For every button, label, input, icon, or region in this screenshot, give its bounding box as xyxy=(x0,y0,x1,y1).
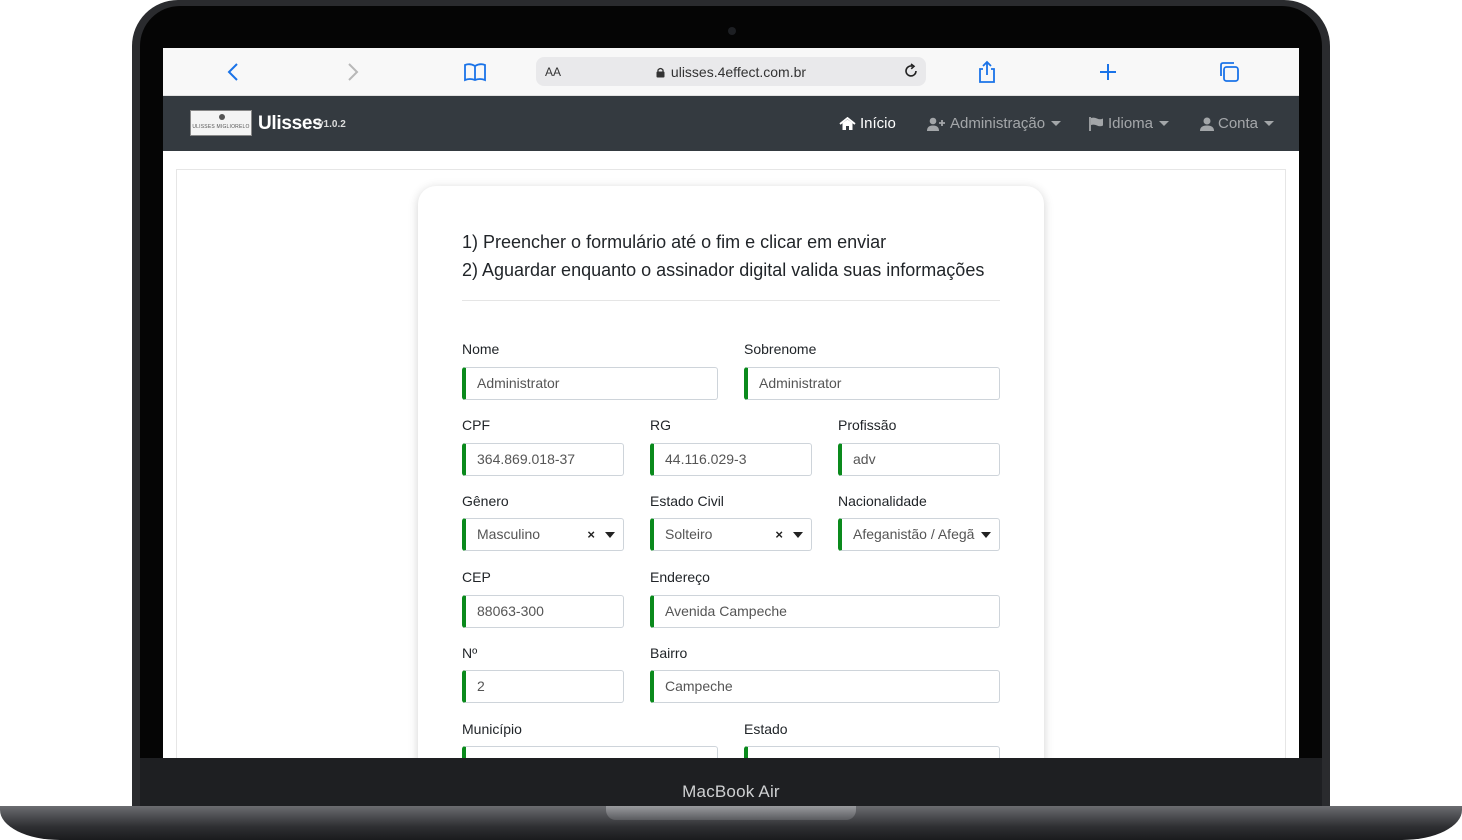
browser-screen: AA ulisses.4effect.com.br ULISSES MIGLIO… xyxy=(163,48,1299,758)
laptop-frame: MacBook Air AA ulisses.4effect.com.br UL… xyxy=(0,0,1462,840)
nav-item-inicio[interactable]: Início xyxy=(839,115,896,132)
nav-item-idioma[interactable]: Idioma xyxy=(1089,115,1170,132)
cpf-label: CPF xyxy=(462,417,490,433)
profissao-input[interactable]: adv xyxy=(838,443,1000,476)
municipio-label: Município xyxy=(462,721,522,737)
nav-label-idioma: Idioma xyxy=(1108,115,1154,132)
municipio-input[interactable] xyxy=(462,746,718,758)
nav-item-administracao[interactable]: Administração xyxy=(927,115,1062,132)
estado-input[interactable] xyxy=(744,746,1000,758)
numero-label: Nº xyxy=(462,645,478,661)
endereco-input[interactable]: Avenida Campeche xyxy=(650,595,1000,628)
device-model-label: MacBook Air xyxy=(682,782,780,801)
flag-icon xyxy=(1089,116,1103,131)
nav-label-inicio: Início xyxy=(860,115,896,132)
cep-label: CEP xyxy=(462,569,491,585)
camera-icon xyxy=(728,27,736,35)
cep-input[interactable]: 88063-300 xyxy=(462,595,624,628)
back-button[interactable] xyxy=(220,60,246,84)
estado-civil-label: Estado Civil xyxy=(650,493,724,509)
profissao-label: Profissão xyxy=(838,417,897,433)
nav-item-conta[interactable]: Conta xyxy=(1200,115,1275,132)
url-text: ulisses.4effect.com.br xyxy=(670,64,807,80)
bookmarks-button[interactable] xyxy=(462,60,488,84)
sobrenome-label: Sobrenome xyxy=(744,341,817,357)
endereco-label: Endereço xyxy=(650,569,710,585)
logo-mark-icon xyxy=(219,114,225,120)
rg-input[interactable]: 44.116.029-3 xyxy=(650,443,812,476)
rg-label: RG xyxy=(650,417,671,433)
tabs-overview-button[interactable] xyxy=(1216,60,1242,84)
user-icon xyxy=(1200,117,1214,131)
genero-clear-icon[interactable]: × xyxy=(587,519,595,550)
chevron-right-icon xyxy=(348,63,359,81)
brand-name[interactable]: Ulisses xyxy=(258,113,323,135)
nome-input[interactable]: Administrator xyxy=(462,367,718,400)
chevron-down-icon[interactable] xyxy=(793,532,803,538)
chevron-down-icon xyxy=(1051,121,1062,126)
share-icon xyxy=(979,60,995,83)
book-icon xyxy=(464,63,486,82)
nav-label-conta: Conta xyxy=(1218,115,1259,132)
app-navbar: ULISSES MIGLIORELO Ulisses v1.0.2 Início… xyxy=(163,96,1299,151)
laptop-notch xyxy=(606,806,856,820)
lock-icon xyxy=(656,65,665,78)
numero-input[interactable]: 2 xyxy=(462,670,624,703)
forward-button[interactable] xyxy=(340,60,366,84)
cpf-input[interactable]: 364.869.018-37 xyxy=(462,443,624,476)
logo-text: ULISSES MIGLIORELO xyxy=(192,124,250,130)
nome-label: Nome xyxy=(462,341,500,357)
bairro-input[interactable]: Campeche xyxy=(650,670,1000,703)
estado-civil-value: Solteiro xyxy=(665,526,713,542)
url-text-wrap: ulisses.4effect.com.br xyxy=(536,64,926,80)
chevron-down-icon xyxy=(1159,121,1170,126)
estado-label: Estado xyxy=(744,721,788,737)
address-bar[interactable]: AA ulisses.4effect.com.br xyxy=(536,57,926,86)
estado-civil-select[interactable]: Solteiro × xyxy=(650,518,812,551)
divider xyxy=(462,300,1000,301)
reload-icon xyxy=(905,63,917,77)
user-plus-icon xyxy=(927,117,945,131)
chevron-down-icon[interactable] xyxy=(605,532,615,538)
new-tab-button[interactable] xyxy=(1095,60,1121,84)
reload-button[interactable] xyxy=(903,63,919,84)
sobrenome-input[interactable]: Administrator xyxy=(744,367,1000,400)
home-icon xyxy=(839,116,856,130)
tabs-icon xyxy=(1220,62,1239,82)
genero-label: Gênero xyxy=(462,493,509,509)
plus-icon xyxy=(1100,64,1116,80)
bairro-label: Bairro xyxy=(650,645,688,661)
chevron-down-icon[interactable] xyxy=(981,532,991,538)
share-button[interactable] xyxy=(974,60,1000,84)
safari-toolbar: AA ulisses.4effect.com.br xyxy=(163,48,1299,96)
form-card: 1) Preencher o formulário até o fim e cl… xyxy=(418,186,1044,758)
nacionalidade-label: Nacionalidade xyxy=(838,493,927,509)
genero-select[interactable]: Masculino × xyxy=(462,518,624,551)
nacionalidade-select[interactable]: Afeganistão / Afegã xyxy=(838,518,1000,551)
chevron-left-icon xyxy=(227,63,238,81)
nav-label-administracao: Administração xyxy=(950,115,1046,132)
estado-civil-clear-icon[interactable]: × xyxy=(775,519,783,550)
nacionalidade-value: Afeganistão / Afegã xyxy=(853,526,975,542)
instruction-line-1: 1) Preencher o formulário até o fim e cl… xyxy=(462,232,887,252)
genero-value: Masculino xyxy=(477,526,541,542)
chevron-down-icon xyxy=(1264,121,1275,126)
brand-version: v1.0.2 xyxy=(318,119,346,130)
company-logo[interactable]: ULISSES MIGLIORELO xyxy=(190,110,252,136)
instruction-line-2: 2) Aguardar enquanto o assinador digital… xyxy=(462,260,985,280)
